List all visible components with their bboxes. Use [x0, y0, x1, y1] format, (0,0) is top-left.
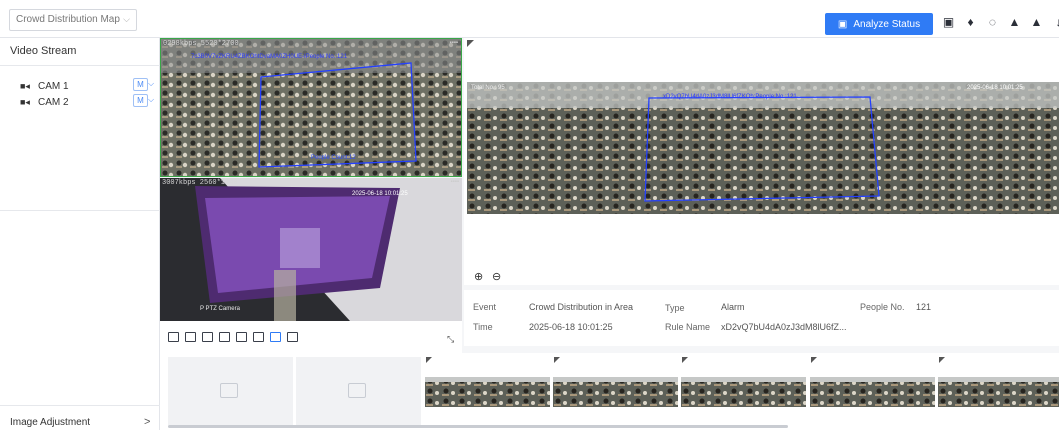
event-label: Event — [473, 302, 497, 312]
snapshot-image — [553, 357, 678, 425]
mode-select-value: Crowd Distribution Map — [16, 14, 120, 25]
image-placeholder-icon — [220, 383, 238, 398]
mode-select[interactable]: Crowd Distribution Map ⌵ — [9, 9, 137, 31]
stream-type-tag[interactable]: M — [133, 94, 148, 107]
video-window-1[interactable]: 0298kbps 5520*2700 ▪▪▪▪ 7c3B0V7vZKRU4ZBK… — [160, 38, 462, 177]
analyze-status-label: Analyze Status — [853, 18, 921, 30]
snapshot-image — [938, 357, 1059, 425]
layout-toolbar: ⤡ — [160, 321, 462, 353]
camera-caption: P PTZ Camera — [200, 306, 240, 312]
time-value: 2025-06-18 10:01:25 — [529, 322, 613, 332]
camera-label: CAM 2 — [37, 96, 69, 108]
timestamp-overlay: 2025-06-18 10:01:25 — [967, 85, 1023, 91]
snapshot-placeholder — [168, 357, 293, 425]
camera-label: CAM 1 — [37, 80, 69, 92]
stream-info: 3007kbps 2560*1440 — [162, 179, 238, 187]
timestamp-overlay: 2025-06-18 10:01:25 — [352, 191, 408, 197]
layout-2-icon[interactable] — [185, 332, 196, 342]
main-view: Total No.: 95 xD2vQ7bU4dA0zJ3dM8lU6fZKOh… — [464, 38, 1059, 285]
corner-flag-icon — [939, 357, 945, 363]
snapshot-icon[interactable]: ▣ — [942, 14, 955, 29]
video-frame — [160, 178, 462, 321]
video-stream-panel: Video Stream ■◂ CAM 1 M ⌵ ■◂ CAM 2 M ⌵ I… — [0, 38, 160, 430]
expand-icon[interactable]: ⤡ — [447, 334, 454, 345]
total-overlay: Total No.: 95 — [471, 85, 505, 91]
corner-flag-icon — [811, 357, 817, 363]
corner-flag-icon — [467, 40, 474, 47]
rule-name-label: Rule Name — [665, 322, 711, 332]
chevron-down-icon: ⌵ — [123, 14, 130, 24]
rule-name-value: xD2vQ7bU4dA0zJ3dM8lU6fZ... — [721, 322, 847, 332]
divider — [0, 405, 160, 406]
event-value: Crowd Distribution in Area — [529, 302, 634, 312]
video-frame — [467, 82, 1059, 214]
type-value: Alarm — [721, 302, 745, 312]
divider — [0, 210, 160, 211]
toolbar: ▣ ♦ ◌ ▲ ▲ ↓ — [942, 14, 1059, 29]
corner-flag-icon — [682, 357, 688, 363]
layout-3-icon[interactable] — [202, 332, 213, 342]
stream-info: 0298kbps 5520*2700 — [163, 40, 239, 48]
stream-badge: ▪▪▪▪ — [450, 179, 459, 185]
divider — [0, 65, 160, 66]
snapshot-thumbnail[interactable] — [681, 357, 806, 425]
snapshot-thumbnail[interactable] — [938, 357, 1059, 425]
analyze-status-button[interactable]: ▣ Analyze Status — [825, 13, 933, 35]
main-video[interactable]: Total No.: 95 xD2vQ7bU4dA0zJ3dM8lU6fZKOh… — [467, 82, 1059, 214]
analyze-icon: ▣ — [837, 18, 848, 30]
snapshot-thumbnail[interactable] — [425, 357, 550, 425]
snapshot-image — [425, 357, 550, 425]
time-label: Time — [473, 322, 493, 332]
camera-icon: ■◂ — [20, 80, 30, 91]
record-icon[interactable]: ▲ — [1030, 14, 1043, 29]
camera-item[interactable]: ■◂ CAM 1 — [20, 78, 69, 94]
type-label: Type — [665, 303, 685, 313]
snapshot-image — [681, 357, 806, 425]
corner-flag-icon — [426, 357, 432, 363]
people-label: People No. — [860, 302, 905, 312]
corner-flag-icon — [554, 357, 560, 363]
event-info-panel: Event Crowd Distribution in Area Type Al… — [464, 290, 1059, 346]
layout-8-icon[interactable] — [287, 332, 298, 342]
panel-title: Video Stream — [10, 45, 77, 57]
zoom-out-icon[interactable]: ⊖ — [492, 270, 501, 283]
count-overlay: People Count:12 — [311, 155, 356, 161]
stream-type-tag[interactable]: M — [133, 78, 148, 91]
snapshot-placeholder — [296, 357, 421, 425]
chevron-down-icon[interactable]: ⌵ — [148, 79, 154, 89]
top-bar: Crowd Distribution Map ⌵ ▣ Analyze Statu… — [0, 0, 1059, 38]
image-adjustment-link[interactable]: Image Adjustment — [10, 417, 90, 428]
layout-6-icon[interactable] — [253, 332, 264, 342]
snapshot-thumbnail[interactable] — [553, 357, 678, 425]
zoom-in-icon[interactable]: ⊕ — [474, 270, 483, 283]
camera-item[interactable]: ■◂ CAM 2 — [20, 94, 69, 110]
alarm-icon[interactable]: ♦ — [964, 14, 977, 29]
video-window-2[interactable]: 3007kbps 2560*1440 ▪▪▪▪ 2025-06-18 10:01… — [160, 178, 462, 321]
stream-badge: ▪▪▪▪ — [449, 40, 458, 46]
chevron-down-icon[interactable]: ⌵ — [148, 95, 154, 105]
horizontal-scrollbar[interactable] — [168, 425, 788, 428]
snapshot-thumbnail[interactable] — [810, 357, 935, 425]
layout-1-icon[interactable] — [168, 332, 179, 342]
layout-4-icon[interactable] — [219, 332, 230, 342]
camera-icon: ■◂ — [20, 96, 30, 107]
people-value: 121 — [916, 302, 932, 312]
snapshot-image — [810, 357, 935, 425]
rule-overlay: 7c3B0V7vZKRU4ZBKOhtDvaMA0ZH0UE-IPeople N… — [191, 54, 348, 60]
cloud-icon[interactable]: ◌ — [986, 14, 999, 29]
record-icon[interactable]: ▲ — [1008, 14, 1021, 29]
audio-icon[interactable]: ↓ — [1052, 14, 1059, 29]
rule-overlay: xD2vQ7bU4dA0zJ3dM8lU6fZKOh:People No.:12… — [663, 94, 797, 100]
chevron-right-icon[interactable]: > — [144, 416, 150, 428]
image-placeholder-icon — [348, 383, 366, 398]
snapshot-strip — [160, 353, 1059, 430]
layout-7-icon[interactable] — [270, 332, 281, 342]
layout-5-icon[interactable] — [236, 332, 247, 342]
